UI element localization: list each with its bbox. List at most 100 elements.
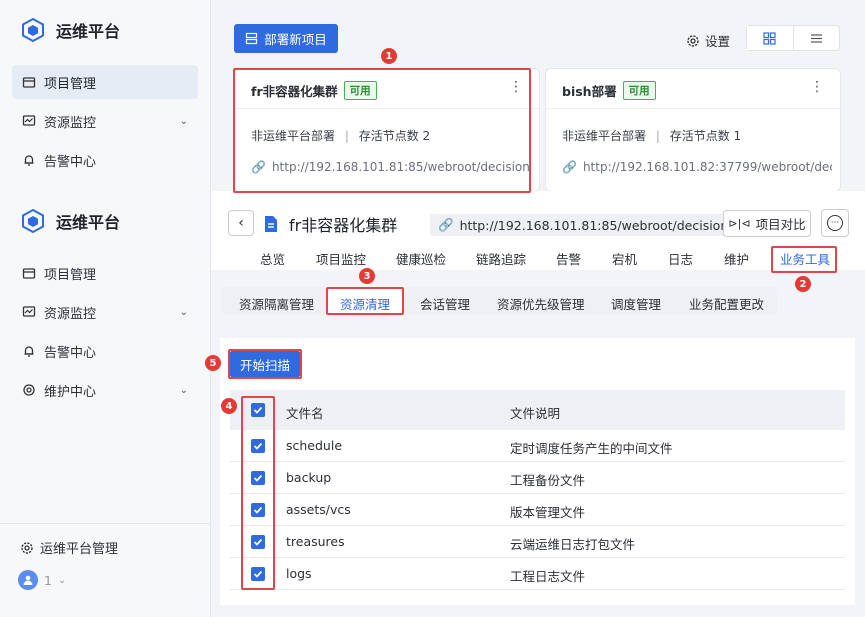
sidebar-item-label: 维护中心 xyxy=(44,384,97,400)
row-filename: assets/vcs xyxy=(286,502,351,517)
list-view-button[interactable] xyxy=(794,26,840,50)
card-url-text: http://192.168.101.82:37799/webroot/deci… xyxy=(582,160,832,174)
column-header-filename: 文件名 xyxy=(286,406,324,421)
row-filename: schedule xyxy=(286,438,343,453)
table-row[interactable]: treasures 云端运维日志打包文件 xyxy=(230,526,845,558)
bell-icon xyxy=(24,155,34,166)
sidebar-item-alerts[interactable]: 告警中心 xyxy=(12,143,198,177)
row-filename: backup xyxy=(286,470,332,485)
card-node-count: 存活节点数 1 xyxy=(669,129,742,143)
card-meta: 非运维平台部署 | 存活节点数 1 xyxy=(562,129,742,143)
gear-icon xyxy=(21,541,33,554)
sidebar-item-maintenance[interactable]: 维护中心 ⌄ xyxy=(12,373,198,407)
tab-alerts[interactable]: 告警 xyxy=(556,249,581,268)
step-marker-1: 1 xyxy=(381,48,397,64)
platform-admin-link[interactable]: 运维平台管理 xyxy=(20,538,118,557)
highlight-box-business-tools xyxy=(771,246,837,273)
tab-project-monitor[interactable]: 项目监控 xyxy=(316,249,366,268)
highlight-box-scan-button xyxy=(228,349,302,379)
user-menu[interactable]: 1 ⌄ xyxy=(18,570,66,590)
sidebar: 运维平台 项目管理 资源监控 ⌄ 告警中心 运维平台 项目管理 资源监控 ⌄ 告… xyxy=(0,0,211,617)
project-url-text: http://192.168.101.81:85/webroot/decisio… xyxy=(459,217,729,233)
step-marker-2: 2 xyxy=(795,276,811,292)
chevron-down-icon[interactable]: ⌄ xyxy=(180,385,188,396)
detail-header: fr非容器化集群 xyxy=(263,212,397,236)
app-title: 运维平台 xyxy=(56,22,121,41)
platform-admin-label: 运维平台管理 xyxy=(40,542,119,557)
sidebar-item-monitor[interactable]: 资源监控 ⌄ xyxy=(12,295,198,329)
more-icon[interactable]: ⋮ xyxy=(810,79,824,95)
avatar xyxy=(18,570,38,590)
bell-icon xyxy=(24,346,34,357)
table-row[interactable]: logs 工程日志文件 xyxy=(230,558,845,590)
chevron-down-icon: ⌄ xyxy=(57,574,67,586)
card-title: bish部署 xyxy=(562,84,617,99)
more-horizontal-icon: ··· xyxy=(827,215,843,231)
row-description: 版本管理文件 xyxy=(510,505,586,520)
table-row[interactable]: backup 工程备份文件 xyxy=(230,462,845,494)
maintenance-icon xyxy=(23,384,35,396)
back-button[interactable]: ‹ xyxy=(228,210,254,236)
sidebar-item-label: 资源监控 xyxy=(44,306,97,322)
chevron-down-icon[interactable]: ⌄ xyxy=(180,307,188,318)
grid-view-button[interactable] xyxy=(747,26,794,50)
sidebar-item-label: 项目管理 xyxy=(44,76,97,92)
settings-button[interactable]: 设置 xyxy=(686,31,730,50)
chevron-down-icon[interactable]: ⌄ xyxy=(180,116,188,127)
user-name: 1 xyxy=(44,572,52,588)
more-options-button[interactable]: ··· xyxy=(821,209,849,237)
view-toggle xyxy=(746,25,840,51)
tab-logs[interactable]: 日志 xyxy=(668,249,693,268)
grid-icon xyxy=(763,31,776,45)
sidebar-footer: 运维平台管理 1 ⌄ xyxy=(0,523,211,590)
project-card[interactable]: bish部署 可用 ⋮ 非运维平台部署 | 存活节点数 1 🔗 http://1… xyxy=(545,68,841,192)
step-marker-3: 3 xyxy=(359,268,375,284)
chevron-left-icon: ‹ xyxy=(238,215,244,231)
tab-maintenance[interactable]: 维护 xyxy=(724,249,749,268)
sidebar-item-label: 告警中心 xyxy=(44,345,97,361)
sidebar-item-alerts[interactable]: 告警中心 xyxy=(12,334,198,368)
project-icon xyxy=(22,268,36,279)
tab-trace[interactable]: 链路追踪 xyxy=(476,249,526,268)
divider xyxy=(546,108,840,109)
table-row[interactable]: schedule 定时调度任务产生的中间文件 xyxy=(230,430,845,462)
settings-label: 设置 xyxy=(705,34,731,49)
subtab-schedule-management[interactable]: 调度管理 xyxy=(611,294,661,313)
project-url[interactable]: 🔗 http://192.168.101.81:85/webroot/decis… xyxy=(430,214,737,236)
link-icon: 🔗 xyxy=(438,217,454,232)
card-url[interactable]: 🔗 http://192.168.101.82:37799/webroot/de… xyxy=(562,160,832,174)
gear-icon xyxy=(687,34,699,47)
compare-button-label: 项目对比 xyxy=(755,217,806,232)
subtab-resource-isolation[interactable]: 资源隔离管理 xyxy=(239,294,314,313)
cube-logo-icon xyxy=(22,208,44,234)
tab-downtime[interactable]: 宕机 xyxy=(612,249,637,268)
step-marker-5: 5 xyxy=(205,355,221,371)
row-description: 工程备份文件 xyxy=(510,473,586,488)
subtab-business-config[interactable]: 业务配置更改 xyxy=(689,294,764,313)
column-header-description: 文件说明 xyxy=(510,406,561,421)
sidebar-item-monitor[interactable]: 资源监控 ⌄ xyxy=(12,104,198,138)
row-description: 云端运维日志打包文件 xyxy=(510,537,636,552)
sidebar-item-label: 告警中心 xyxy=(44,154,97,170)
app-logo-secondary[interactable]: 运维平台 xyxy=(20,208,120,234)
tab-overview[interactable]: 总览 xyxy=(260,249,285,268)
sidebar-item-label: 资源监控 xyxy=(44,115,97,131)
app-logo[interactable]: 运维平台 xyxy=(20,17,120,43)
highlight-box-card xyxy=(233,68,531,193)
table-row[interactable]: assets/vcs 版本管理文件 xyxy=(230,494,845,526)
sidebar-item-projects[interactable]: 项目管理 xyxy=(12,65,198,99)
list-icon xyxy=(810,33,822,43)
row-filename: logs xyxy=(286,566,312,581)
link-icon: 🔗 xyxy=(562,160,577,174)
subtab-session-management[interactable]: 会话管理 xyxy=(420,294,470,313)
sidebar-item-projects[interactable]: 项目管理 xyxy=(12,256,198,290)
compare-project-button[interactable]: ⊳|⊲ 项目对比 xyxy=(723,210,811,237)
row-filename: treasures xyxy=(286,534,345,549)
deploy-new-project-button[interactable]: 部署新项目 xyxy=(234,24,338,53)
user-icon xyxy=(23,575,33,585)
subtab-resource-priority[interactable]: 资源优先级管理 xyxy=(497,294,585,313)
tab-health-check[interactable]: 健康巡检 xyxy=(396,249,446,268)
document-icon xyxy=(265,216,277,232)
status-badge: 可用 xyxy=(622,81,656,100)
monitor-icon xyxy=(22,115,36,126)
